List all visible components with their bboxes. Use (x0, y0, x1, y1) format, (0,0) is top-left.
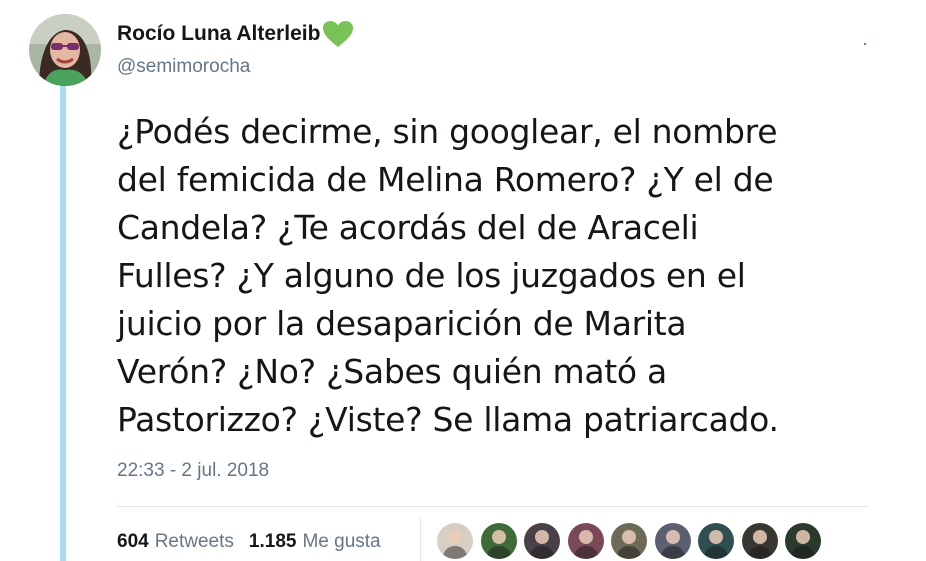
liker-avatar[interactable] (698, 523, 734, 559)
tweet-timestamp[interactable]: 22:33 - 2 jul. 2018 (117, 460, 269, 482)
tweet-stats: 604 Retweets 1.185 Me gusta (117, 528, 396, 556)
liker-avatar[interactable] (785, 523, 821, 559)
likers-avatars (437, 523, 829, 559)
tweet-text: ¿Podés decirme, sin googlear, el nombre … (117, 112, 779, 439)
liker-avatar[interactable] (567, 523, 604, 559)
tweet-card: Rocío Luna Alterleib @semimorocha ¿Podés… (0, 0, 926, 561)
author-name-text: Rocío Luna Alterleib (117, 22, 321, 45)
liker-avatar[interactable] (654, 523, 691, 559)
author-display-name[interactable]: Rocío Luna Alterleib (117, 19, 354, 49)
liker-avatar[interactable] (524, 523, 560, 559)
menu-caret-icon[interactable] (864, 43, 866, 45)
author-avatar[interactable] (29, 14, 101, 86)
author-handle[interactable]: @semimorocha (117, 56, 250, 78)
liker-avatar[interactable] (741, 523, 778, 559)
thread-line (60, 86, 66, 561)
liker-avatar[interactable] (437, 523, 473, 559)
green-heart-icon (322, 20, 354, 48)
retweets-stat[interactable]: 604 Retweets (117, 531, 234, 553)
likes-count: 1.185 (248, 531, 297, 552)
likes-label: Me gusta (302, 531, 381, 552)
likes-stat[interactable]: 1.185 Me gusta (249, 531, 381, 553)
stats-divider (420, 518, 421, 561)
liker-avatar[interactable] (480, 523, 517, 559)
retweets-label: Retweets (154, 531, 234, 552)
avatar-image (29, 14, 101, 86)
retweets-count: 604 (117, 531, 149, 552)
stats-separator (117, 506, 869, 507)
liker-avatar[interactable] (611, 523, 647, 559)
